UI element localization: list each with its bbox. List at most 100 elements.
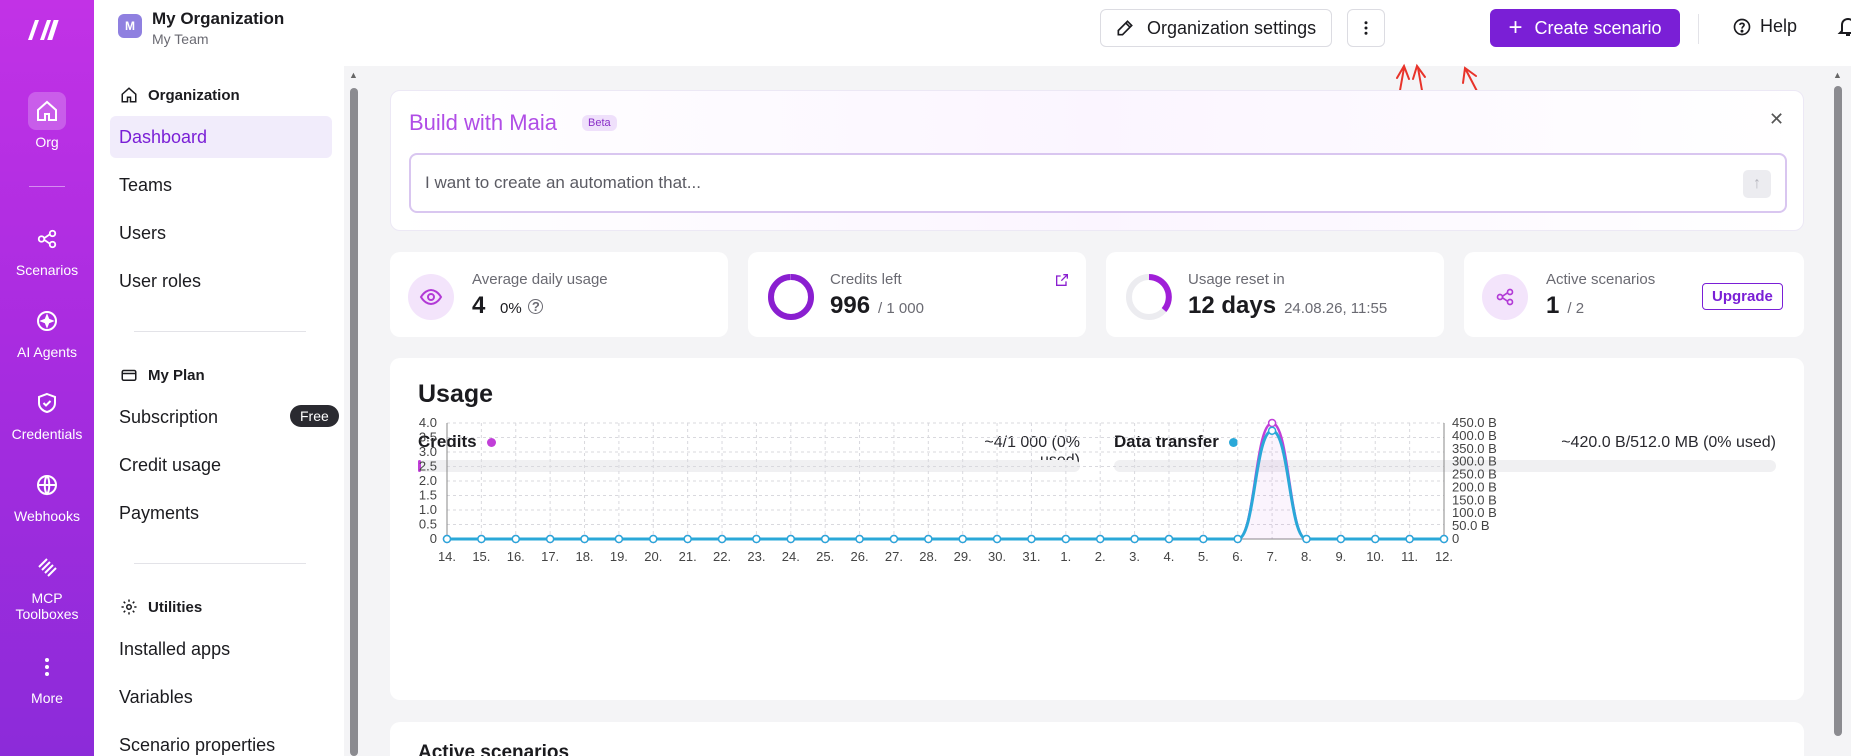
organization-heading: Organization xyxy=(120,86,240,104)
active-scenarios-value: 1 xyxy=(1546,292,1560,319)
x-tick-label: 23. xyxy=(747,549,765,564)
my-plan-heading-label: My Plan xyxy=(148,366,205,384)
active-scenarios-section: Active scenarios xyxy=(390,722,1804,756)
create-scenario-button[interactable]: + Create scenario xyxy=(1490,9,1680,47)
rail-item-scenarios[interactable]: Scenarios xyxy=(0,220,94,278)
free-plan-badge: Free xyxy=(290,405,339,427)
sidebar-item-installed-apps[interactable]: Installed apps xyxy=(110,628,332,670)
utilities-heading-label: Utilities xyxy=(148,598,203,616)
rail-item-label: Webhooks xyxy=(14,508,80,524)
make-logo[interactable] xyxy=(25,16,69,42)
data-transfer-point xyxy=(1267,426,1277,435)
info-icon[interactable]: ? xyxy=(528,299,544,315)
main-scroll-thumb[interactable] xyxy=(1834,86,1842,736)
rail-item-more[interactable]: More xyxy=(0,648,94,706)
sidebar-item-label: Variables xyxy=(119,686,193,707)
sidebar-item-teams[interactable]: Teams xyxy=(110,164,332,206)
sidebar-item-label: Scenario properties xyxy=(119,734,276,755)
sidebar-scroll-thumb[interactable] xyxy=(350,88,358,756)
rail-item-mcp-toolboxes[interactable]: MCP Toolboxes xyxy=(0,548,94,622)
organization-heading-label: Organization xyxy=(148,86,240,104)
beta-badge: Beta xyxy=(582,115,617,131)
x-tick-label: 17. xyxy=(541,549,559,564)
rail-item-label: Credentials xyxy=(11,426,83,442)
globe-icon xyxy=(28,466,66,504)
top-bar: M My Organization My Team Organization s… xyxy=(94,0,1851,66)
average-daily-usage-card: Average daily usage 4 0% ? xyxy=(390,252,728,337)
credits-total: / 1 000 xyxy=(878,300,924,317)
maia-prompt-placeholder: I want to create an automation that... xyxy=(425,173,701,192)
data-transfer-point xyxy=(1405,534,1414,544)
upgrade-button[interactable]: Upgrade xyxy=(1702,283,1783,310)
send-arrow-icon[interactable]: ↑ xyxy=(1743,170,1771,198)
more-options-button[interactable] xyxy=(1347,9,1385,47)
topbar-divider xyxy=(1698,14,1699,44)
sidebar-item-dashboard[interactable]: Dashboard xyxy=(110,116,332,158)
x-tick-label: 28. xyxy=(919,549,937,564)
y-right-tick-label: 0 xyxy=(1452,531,1459,546)
x-tick-label: 26. xyxy=(851,549,869,564)
stat-label: Active scenarios xyxy=(1546,271,1656,288)
rail-item-ai-agents[interactable]: AI Agents xyxy=(0,302,94,360)
rail-item-label-line1: MCP xyxy=(31,590,63,606)
data-transfer-point xyxy=(820,534,830,544)
notifications-button[interactable] xyxy=(1836,14,1851,43)
stat-value: 4 0% ? xyxy=(472,292,544,320)
credit-card-icon xyxy=(121,369,137,381)
org-name[interactable]: My Organization xyxy=(152,9,284,29)
sidebar-item-scenario-properties[interactable]: Scenario properties xyxy=(110,724,332,756)
x-tick-label: 20. xyxy=(644,549,662,564)
x-tick-label: 24. xyxy=(782,549,800,564)
stat-value: 996 / 1 000 xyxy=(830,292,924,320)
scroll-up-arrow-icon[interactable]: ▲ xyxy=(349,70,358,80)
external-link-icon[interactable] xyxy=(1054,272,1070,288)
sidebar-divider xyxy=(134,563,306,564)
sidebar-item-variables[interactable]: Variables xyxy=(110,676,332,718)
help-button[interactable]: Help xyxy=(1732,16,1797,37)
y-left-tick-label: 2.0 xyxy=(419,473,437,488)
org-avatar[interactable]: M xyxy=(118,14,142,38)
x-tick-label: 19. xyxy=(610,549,628,564)
avg-daily-percent: 0% xyxy=(500,300,522,317)
x-tick-label: 8. xyxy=(1301,549,1312,564)
sidebar-item-user-roles[interactable]: User roles xyxy=(110,260,332,302)
plus-icon: + xyxy=(1508,14,1523,41)
x-tick-label: 15. xyxy=(472,549,490,564)
data-transfer-point xyxy=(442,534,452,544)
data-transfer-point xyxy=(1130,534,1139,544)
sidebar-scrollbar[interactable]: ▲ xyxy=(348,70,360,756)
x-tick-label: 9. xyxy=(1335,549,1346,564)
usage-chart: 14. 15. 16. 17. 18. 19. 20. 21. 22. 23. 24. 25. 26. 2… xyxy=(419,415,1497,564)
data-transfer-point xyxy=(649,534,658,544)
sidebar-item-label: Subscription xyxy=(119,406,219,427)
maia-prompt-input[interactable]: I want to create an automation that... ↑ xyxy=(409,153,1787,213)
sidebar-item-label: Users xyxy=(119,222,167,243)
data-transfer-point xyxy=(992,534,1002,544)
rail-item-webhooks[interactable]: Webhooks xyxy=(0,466,94,524)
y-left-tick-label: 0 xyxy=(430,531,437,546)
active-scenarios-total: / 2 xyxy=(1567,300,1585,317)
rail-item-label-line2: Toolboxes xyxy=(15,606,79,622)
close-icon[interactable]: ✕ xyxy=(1769,109,1784,130)
eye-icon xyxy=(408,274,454,320)
credits-left-value: 996 xyxy=(830,292,871,319)
sidebar-item-payments[interactable]: Payments xyxy=(110,492,332,534)
stat-value: 1 / 2 xyxy=(1546,292,1584,320)
main-scrollbar[interactable]: ▲ xyxy=(1831,70,1845,756)
sidebar-item-label: Credit usage xyxy=(119,454,222,475)
organization-settings-button[interactable]: Organization settings xyxy=(1100,9,1332,47)
y-left-tick-label: 1.5 xyxy=(419,488,437,503)
stat-value: 12 days 24.08.26, 11:55 xyxy=(1188,292,1387,320)
data-transfer-point xyxy=(786,534,796,544)
data-transfer-point xyxy=(1095,534,1105,544)
sidebar-item-users[interactable]: Users xyxy=(110,212,332,254)
data-transfer-point xyxy=(511,534,521,544)
x-tick-label: 31. xyxy=(1022,549,1040,564)
sidebar-item-subscription[interactable]: Subscription Free xyxy=(110,396,339,438)
scroll-up-arrow-icon[interactable]: ▲ xyxy=(1833,70,1842,80)
sidebar: Organization Dashboard Teams Users User … xyxy=(94,66,344,756)
sidebar-item-credit-usage[interactable]: Credit usage xyxy=(110,444,332,486)
rail-item-credentials[interactable]: Credentials xyxy=(0,384,94,442)
y-left-tick-label: 3.5 xyxy=(419,430,437,445)
rail-item-org[interactable]: Org xyxy=(0,92,94,150)
